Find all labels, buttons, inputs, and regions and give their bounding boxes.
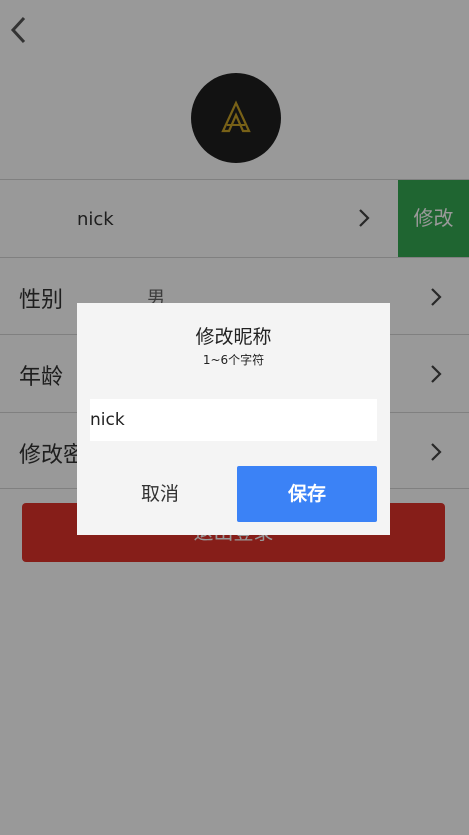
cancel-button[interactable]: 取消	[90, 466, 230, 522]
dialog-subtitle: 1~6个字符	[202, 353, 265, 367]
edit-nickname-dialog: 修改昵称 1~6个字符 取消 保存	[77, 303, 390, 535]
dialog-title: 修改昵称	[195, 326, 272, 348]
nickname-input[interactable]	[90, 399, 377, 441]
save-button[interactable]: 保存	[237, 466, 377, 522]
